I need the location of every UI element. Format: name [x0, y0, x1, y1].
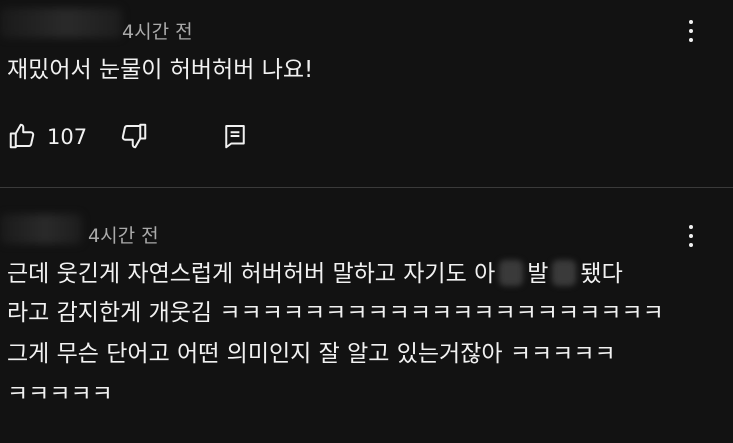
- like-button[interactable]: [7, 121, 37, 151]
- comment-timestamp[interactable]: 4시간 전: [88, 221, 159, 248]
- text-segment: 발: [527, 261, 549, 287]
- comment-text-line: 재밌어서 눈물이 허버허버 나요!: [7, 57, 314, 83]
- reply-button[interactable]: [220, 121, 250, 151]
- text-segment: 됐다: [580, 261, 623, 287]
- comment-item: 4시간 전 재밌어서 눈물이 허버허버 나요! 107: [0, 0, 733, 188]
- comment-text-line: 라고 감지한게 개웃김 ㅋㅋㅋㅋㅋㅋㅋㅋㅋㅋㅋㅋㅋㅋㅋㅋㅋㅋㅋㅋㅋ: [7, 300, 664, 326]
- censor-blur: [552, 260, 577, 286]
- reply-icon: [225, 125, 245, 149]
- author-name-blurred[interactable]: [0, 8, 122, 38]
- comment-timestamp[interactable]: 4시간 전: [122, 17, 193, 44]
- dislike-button[interactable]: [119, 121, 149, 151]
- thumbs-up-icon: [9, 123, 35, 149]
- more-options-icon[interactable]: [679, 18, 703, 48]
- author-name-blurred[interactable]: [0, 214, 82, 244]
- censor-blur: [499, 260, 524, 286]
- like-count: 107: [47, 125, 88, 149]
- comment-text-line: 그게 무슨 단어고 어떤 의미인지 잘 알고 있는거잖아 ㅋㅋㅋㅋㅋ: [7, 341, 616, 367]
- comment-text-line: 근데 웃긴게 자연스럽게 허버허버 말하고 자기도 아 발 됐다: [7, 259, 623, 289]
- thumbs-down-icon: [121, 123, 147, 149]
- more-options-icon[interactable]: [679, 223, 703, 253]
- comment-text-line: ㅋㅋㅋㅋㅋ: [7, 381, 113, 407]
- separator-dot: [74, 223, 80, 229]
- text-segment: 근데 웃긴게 자연스럽게 허버허버 말하고 자기도 아: [7, 261, 496, 287]
- comment-divider: [0, 187, 733, 188]
- comment-item: 4시간 전 근데 웃긴게 자연스럽게 허버허버 말하고 자기도 아 발 됐다 라고 …: [0, 189, 733, 443]
